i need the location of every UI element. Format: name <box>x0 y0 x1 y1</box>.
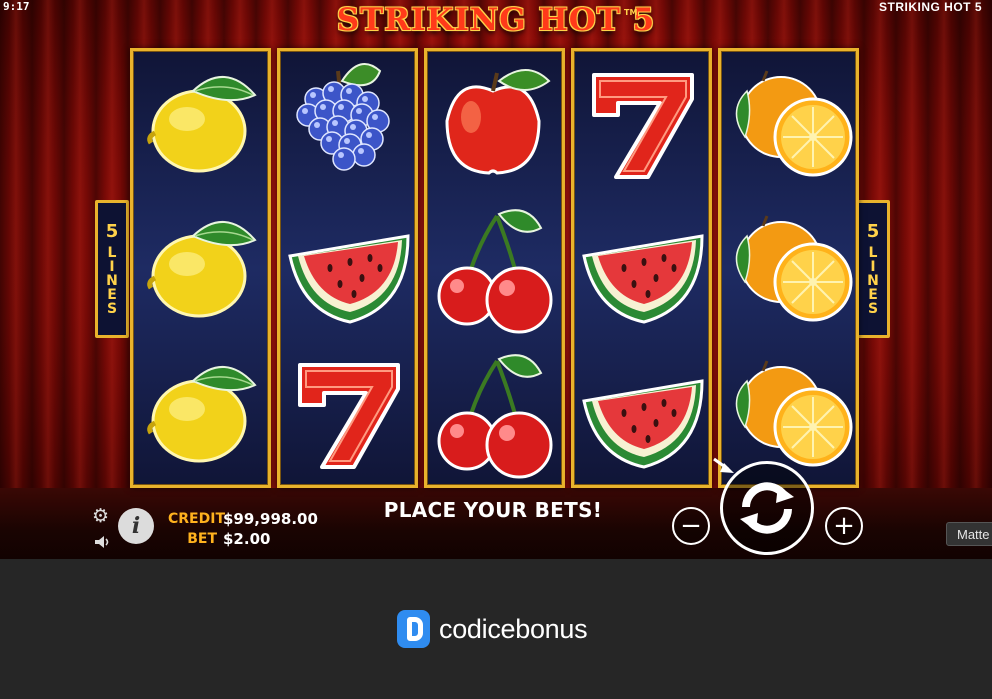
cherries-symbol <box>427 341 562 486</box>
reel-3 <box>424 48 565 488</box>
paylines-indicator-left: 5 LINES <box>95 200 129 338</box>
reel-1 <box>130 48 271 488</box>
status-message: PLACE YOUR BETS! <box>383 498 603 522</box>
watermelon-symbol <box>574 196 709 341</box>
paylines-count: 5 <box>866 221 880 242</box>
decrease-bet-button[interactable]: − <box>672 507 710 545</box>
game-title: STRIKING HOT 5 <box>336 2 656 38</box>
brand-footer: codicebonus <box>0 559 992 699</box>
lemon-symbol <box>133 51 268 196</box>
watermelon-symbol <box>280 196 415 341</box>
trademark: TM <box>624 8 638 17</box>
brand-name: codicebonus <box>439 613 588 644</box>
autoplay-arrow-icon[interactable] <box>712 455 736 477</box>
reel-2 <box>277 48 418 488</box>
tooltip: Matte <box>946 522 992 546</box>
reel-5 <box>718 48 859 488</box>
reel-4 <box>571 48 712 488</box>
paylines-word: LINES <box>104 245 120 315</box>
paylines-count: 5 <box>105 221 119 242</box>
orange-symbol <box>721 51 856 196</box>
balance-panel: CREDIT $99,998.00 BET $2.00 <box>168 509 318 549</box>
watermelon-symbol <box>574 341 709 486</box>
bet-value: $2.00 <box>223 530 271 548</box>
apple-symbol <box>427 51 562 196</box>
orange-symbol <box>721 341 856 486</box>
game-area: 9:17 STRIKING HOT 5 STRIKING HOT 5 TM 5 … <box>0 0 992 559</box>
gear-icon[interactable]: ⚙ <box>92 505 109 527</box>
seven-symbol <box>280 341 415 486</box>
lemon-symbol <box>133 341 268 486</box>
info-icon[interactable]: i <box>118 508 154 544</box>
bet-label: BET <box>187 531 217 547</box>
lemon-symbol <box>133 196 268 341</box>
paylines-word: LINES <box>865 245 881 315</box>
spin-arrows-icon <box>740 482 794 534</box>
speaker-icon[interactable] <box>93 533 111 551</box>
increase-bet-button[interactable]: + <box>825 507 863 545</box>
paylines-indicator-right: 5 LINES <box>856 200 890 338</box>
credit-label: CREDIT <box>168 511 225 527</box>
cherries-symbol <box>427 196 562 341</box>
brand-logo-icon <box>397 610 430 648</box>
brand-lockup: codicebonus <box>397 610 588 648</box>
credit-value: $99,998.00 <box>223 510 318 528</box>
orange-symbol <box>721 196 856 341</box>
grapes-symbol <box>280 51 415 196</box>
seven-symbol <box>574 51 709 196</box>
